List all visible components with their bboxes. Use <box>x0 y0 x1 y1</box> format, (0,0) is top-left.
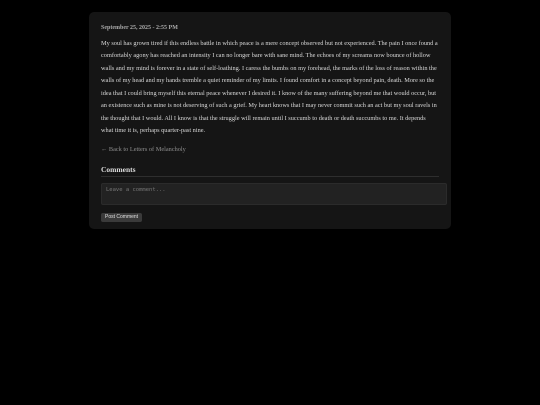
entry-date: September 25, 2025 - 2:55 PM <box>101 25 178 31</box>
comment-input[interactable] <box>101 182 447 205</box>
post-comment-button[interactable]: Post Comment <box>101 212 143 222</box>
letter-card: September 25, 2025 - 2:55 PM My soul has… <box>89 12 451 229</box>
comments-heading: Comments <box>101 165 439 177</box>
back-link[interactable]: ← Back to Letters of Melancholy <box>101 146 186 154</box>
entry-body: My soul has grown tired if this endless … <box>101 40 438 135</box>
